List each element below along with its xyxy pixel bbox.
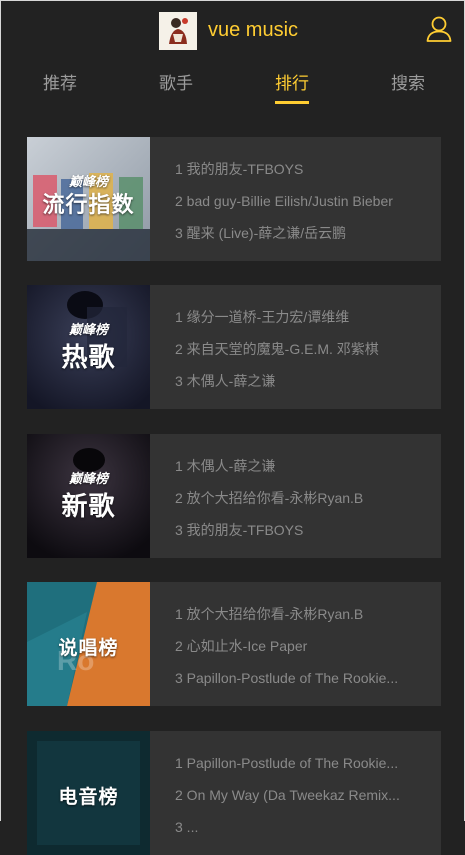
rank-song: 3 ... [175, 819, 199, 835]
tab-rank[interactable]: 排行 [262, 73, 322, 95]
rank-item-hot[interactable]: 巅峰榜 热歌 1 缘分一道桥-王力宏/谭维维 2 来自天堂的魔鬼-G.E.M. … [27, 285, 441, 409]
rank-cover-title: 流行指数 [42, 192, 135, 217]
tab-recommend[interactable]: 推荐 [30, 73, 90, 95]
rank-item-rap[interactable]: Ro 说唱榜 1 放个大招给你看-永彬Ryan.B 2 心如止水-Ice Pap… [27, 582, 441, 706]
rank-song: 2 来自天堂的魔鬼-G.E.M. 邓紫棋 [175, 341, 379, 357]
rank-cover-hot: 巅峰榜 热歌 [27, 285, 150, 409]
rank-song: 2 放个大招给你看-永彬Ryan.B [175, 490, 364, 506]
rank-song: 3 醒来 (Live)-薛之谦/岳云鹏 [175, 225, 347, 241]
rank-song: 1 我的朋友-TFBOYS [175, 161, 304, 177]
rank-item-electronic[interactable]: 电音榜 1 Papillon-Postlude of The Rookie...… [27, 731, 441, 855]
rank-song-list: 1 我的朋友-TFBOYS 2 bad guy-Billie Eilish/Ju… [175, 153, 425, 249]
rank-song-list: 1 缘分一道桥-王力宏/谭维维 2 来自天堂的魔鬼-G.E.M. 邓紫棋 3 木… [175, 301, 425, 397]
app-frame: vue music 推荐 歌手 排行 搜索 巅峰榜 流行指数 1 我的朋友-TF… [0, 0, 465, 855]
rank-item-pop[interactable]: 巅峰榜 流行指数 1 我的朋友-TFBOYS 2 bad guy-Billie … [27, 137, 441, 261]
tab-search[interactable]: 搜索 [378, 73, 438, 95]
rank-song: 1 木偶人-薛之谦 [175, 458, 276, 474]
rank-cover-title: 电音榜 [58, 787, 119, 808]
rank-song: 1 Papillon-Postlude of The Rookie... [175, 755, 399, 771]
app-title: vue music [208, 19, 299, 41]
rank-song: 2 bad guy-Billie Eilish/Justin Bieber [175, 193, 393, 209]
rank-song: 2 On My Way (Da Tweekaz Remix... [175, 787, 400, 803]
rank-cover-electronic: 电音榜 [27, 731, 150, 855]
rank-song-list: 1 放个大招给你看-永彬Ryan.B 2 心如止水-Ice Paper 3 Pa… [175, 598, 425, 694]
tab-singer[interactable]: 歌手 [146, 73, 206, 95]
rank-item-new[interactable]: 巅峰榜 新歌 1 木偶人-薛之谦 2 放个大招给你看-永彬Ryan.B 3 我的… [27, 434, 441, 558]
rank-song: 1 放个大招给你看-永彬Ryan.B [175, 606, 364, 622]
rank-song-list: 1 木偶人-薛之谦 2 放个大招给你看-永彬Ryan.B 3 我的朋友-TFBO… [175, 450, 425, 546]
active-tab-indicator [275, 101, 309, 104]
rank-cover-new: 巅峰榜 新歌 [27, 434, 150, 558]
rank-brand: 巅峰榜 [68, 322, 108, 337]
tab-bar: 推荐 歌手 排行 搜索 [1, 63, 464, 107]
rank-song: 3 我的朋友-TFBOYS [175, 522, 304, 538]
rank-cover-rap: Ro 说唱榜 [27, 582, 150, 706]
rank-brand: 巅峰榜 [68, 471, 108, 486]
rank-cover-title: 热歌 [61, 342, 116, 372]
rank-cover-title: 说唱榜 [58, 638, 119, 659]
rank-song: 3 木偶人-薛之谦 [175, 373, 276, 389]
rank-cover-title: 新歌 [61, 491, 116, 521]
rank-song: 3 Papillon-Postlude of The Rookie... [175, 670, 399, 686]
app-header: vue music [1, 1, 464, 59]
app-logo-icon [159, 12, 197, 50]
rank-song: 1 缘分一道桥-王力宏/谭维维 [175, 309, 350, 325]
rank-song: 2 心如止水-Ice Paper [175, 638, 308, 654]
rank-song-list: 1 Papillon-Postlude of The Rookie... 2 O… [175, 747, 425, 843]
user-icon[interactable] [425, 15, 453, 43]
rank-cover-pop: 巅峰榜 流行指数 [27, 137, 150, 261]
